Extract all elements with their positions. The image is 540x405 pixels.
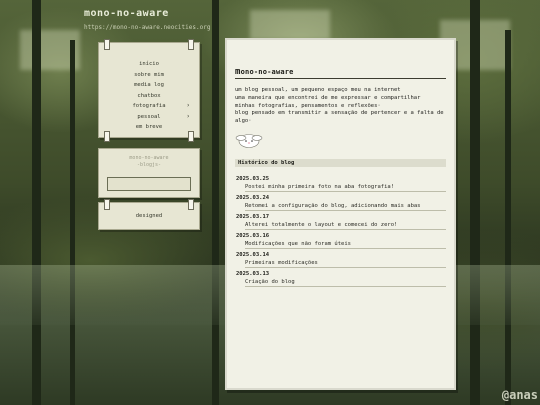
history-entry: 2025.03.17 Alterei totalmente o layout e… (235, 213, 446, 230)
nav-item-chatbox[interactable]: chatbox (99, 91, 199, 102)
history-date: 2025.03.17 (236, 213, 270, 220)
history-text: Postei minha primeira foto na aba fotogr… (245, 183, 446, 192)
history-text: Retomei a configuração do blog, adiciona… (245, 202, 446, 211)
history-text: Alterei totalmente o layout e comecei do… (245, 221, 446, 230)
site-url[interactable]: https://mono-no-aware.neocities.org (84, 24, 210, 31)
history-text: Primeiras modificações (245, 259, 446, 268)
history-entry: 2025.03.25 Postei minha primeira foto na… (235, 175, 446, 192)
page-title: mono-no-aware (235, 67, 446, 79)
artist-watermark: @anas (501, 388, 538, 402)
paper-clip-icon (104, 39, 110, 50)
history-date: 2025.03.24 (236, 194, 270, 201)
history-heading: Histórico do blog (235, 158, 446, 167)
nav-item-sobre-mim[interactable]: sobre mim (99, 70, 199, 81)
intro-text: um blog pessoal, um pequeno espaço meu n… (235, 87, 444, 125)
paper-clip-icon (104, 131, 110, 142)
history-entry: 2025.03.14 Primeiras modificações (235, 251, 446, 268)
chevron-right-icon: › (186, 112, 190, 120)
nav-item-pessoal[interactable]: pessoal › (99, 112, 199, 123)
paper-clip-icon (188, 39, 194, 50)
chevron-right-icon: › (186, 102, 190, 109)
bunny-mascot-icon (235, 134, 263, 148)
nav-item-media-log[interactable]: media log (99, 80, 199, 91)
history-text: Criação do blog (245, 278, 446, 287)
history-text: Modificações que não foram úteis (245, 240, 446, 249)
history-entry: 2025.03.16 Modificações que não foram út… (235, 232, 446, 249)
blinkie-label: mono-no-aware -blogjs- (129, 155, 169, 168)
sidebar-nav-card: início sobre mim media log chatbox fotog… (98, 39, 200, 142)
nav-item-em-breve[interactable]: em breve (99, 122, 199, 133)
designed-link[interactable]: designed (99, 203, 199, 219)
history-list: 2025.03.25 Postei minha primeira foto na… (235, 175, 446, 287)
history-date: 2025.03.25 (236, 175, 270, 182)
designed-card: designed (98, 199, 200, 230)
paper-clip-icon (188, 131, 194, 142)
paper-clip-icon (188, 199, 194, 210)
history-date: 2025.03.13 (236, 270, 270, 277)
history-entry: 2025.03.24 Retomei a configuração do blo… (235, 194, 446, 211)
main-panel: mono-no-aware um blog pessoal, um pequen… (225, 38, 456, 390)
history-entry: 2025.03.13 Criação do blog (235, 270, 446, 287)
blinkie-card: mono-no-aware -blogjs- (98, 148, 200, 198)
history-date: 2025.03.16 (236, 232, 270, 239)
nav-item-fotografia[interactable]: fotografia › (99, 101, 199, 112)
sidebar-nav: início sobre mim media log chatbox fotog… (99, 59, 199, 133)
blinkie-box[interactable] (107, 177, 191, 191)
history-date: 2025.03.14 (236, 251, 270, 258)
paper-clip-icon (104, 199, 110, 210)
site-title[interactable]: mono-no-aware (84, 8, 169, 19)
nav-item-inicio[interactable]: início (99, 59, 199, 70)
